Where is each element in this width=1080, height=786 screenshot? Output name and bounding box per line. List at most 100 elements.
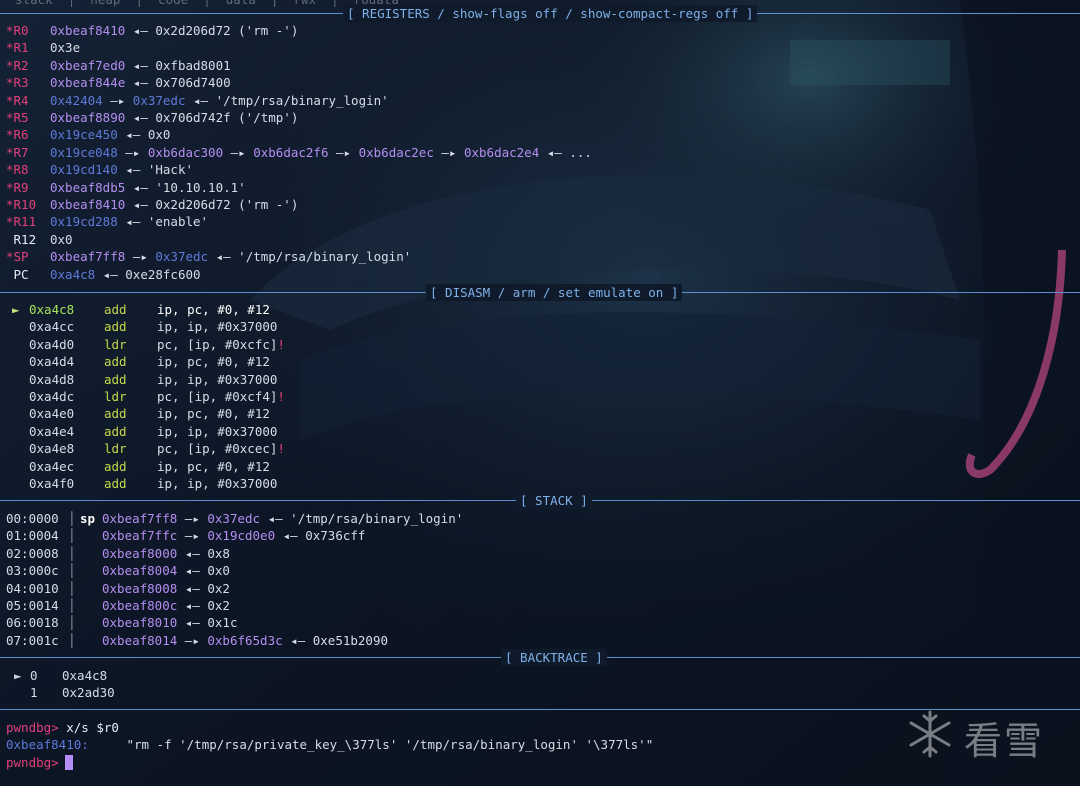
register-arrow: —▸ [125, 249, 156, 265]
register-value: 0xfbad8001 [155, 57, 231, 73]
register-pointer: 0xbeaf8db5 [50, 179, 126, 195]
register-value: 0xe28fc600 [125, 266, 201, 282]
stack-value: 0x8 [207, 545, 230, 561]
register-name: *R0 [6, 22, 50, 39]
stack-divider: │ [68, 580, 76, 596]
register-row: *R10 0xbeaf8410 ◂— 0x2d206d72 ('rm -') [6, 196, 298, 213]
stack-row: 05:0014 │ 0xbeaf800c ◂— 0x2 [6, 597, 230, 614]
register-pointer: 0xb6dac300 [147, 144, 224, 160]
current-instruction-marker [12, 405, 29, 422]
console-input-line[interactable]: pwndbg> [6, 754, 73, 771]
register-label: R6 [13, 127, 29, 143]
register-arrow: ◂— [125, 57, 156, 73]
register-pointer: 0xb6dac2f6 [253, 144, 329, 160]
disasm-row: 0xa4cc add ip, ip, #0x37000 [12, 318, 277, 335]
register-pointer: 0xbeaf7ff8 [50, 249, 126, 265]
disasm-row: 0xa4e8 ldr pc, [ip, #0xcec]! [12, 440, 285, 457]
register-value: '10.10.10.1' [155, 179, 246, 195]
branch-flag: ! [277, 336, 285, 352]
instruction-operands: pc, [ip, #0xcf4] [157, 389, 278, 404]
stack-arrow: —▸ [177, 511, 208, 526]
backtrace-current-marker [14, 684, 30, 701]
register-arrow: ◂— [117, 214, 148, 230]
terminal-cursor[interactable] [64, 755, 73, 770]
stack-divider: │ [68, 598, 76, 613]
register-pointer: 0xa4c8 [50, 266, 96, 282]
register-pointer: 0xbeaf8890 [50, 110, 126, 125]
output-address: 0xbeaf8410: [6, 737, 89, 752]
register-label: R9 [13, 179, 29, 195]
stack-pointer: 0xbeaf8014 [102, 632, 178, 648]
instruction-address: 0xa4e8 [29, 441, 75, 457]
stack-row: 03:000c │ 0xbeaf8004 ◂— 0x0 [6, 562, 230, 579]
stack-arrow: ◂— [260, 511, 291, 526]
instruction-mnemonic: add [104, 406, 127, 422]
stack-divider: │ [68, 528, 76, 544]
registers-title: [ REGISTERS / show-flags off / show-comp… [343, 5, 758, 22]
instruction-operands: pc, [ip, #0xcfc] [157, 336, 278, 352]
backtrace-row: 1 0x2ad30 [14, 684, 115, 701]
current-instruction-marker [12, 336, 29, 353]
stack-pointer: 0x19cd0e0 [207, 528, 276, 544]
register-arrow: ◂— [125, 23, 156, 38]
register-modified-marker: * [6, 110, 14, 125]
terminal: stack | heap | code | data | rwx | rodat… [0, 0, 1080, 786]
stack-pointer: 0xbeaf8000 [102, 545, 178, 561]
stack-value: 0x2 [207, 598, 230, 613]
register-name: PC [6, 266, 50, 283]
current-instruction-marker [12, 440, 29, 457]
stack-title: [ STACK ] [516, 492, 592, 509]
stack-value: 0x736cff [305, 528, 366, 544]
register-modified-marker: * [6, 249, 14, 265]
register-row: *R8 0x19cd140 ◂— 'Hack' [6, 161, 193, 178]
register-row: *R1 0x3e [6, 39, 80, 56]
disasm-row: ► 0xa4c8 add ip, pc, #0, #12 [12, 301, 270, 318]
console-output-line: 0xbeaf8410: "rm -f '/tmp/rsa/private_key… [6, 736, 653, 753]
register-arrow: ◂— ... [539, 144, 592, 160]
register-row: *R6 0x19ce450 ◂— 0x0 [6, 126, 170, 143]
current-instruction-marker [12, 353, 29, 370]
register-pointer: 0xb6dac2ec [358, 144, 434, 160]
register-name: *SP [6, 248, 50, 265]
instruction-operands: ip, ip, #0x37000 [157, 319, 278, 335]
register-value: 0x706d7400 [155, 75, 231, 91]
stack-arrow: ◂— [282, 632, 313, 648]
backtrace-separator: [ BACKTRACE ] [0, 649, 1080, 666]
stack-divider: │ [68, 545, 76, 561]
instruction-address: 0xa4cc [29, 319, 75, 335]
stack-pointer-label: sp [80, 511, 96, 526]
stack-arrow: ◂— [177, 545, 208, 561]
instruction-mnemonic: add [104, 319, 127, 335]
stack-row: 04:0010 │ 0xbeaf8008 ◂— 0x2 [6, 580, 230, 597]
register-arrow: —▸ [102, 92, 133, 108]
stack-arrow: ◂— [177, 580, 208, 596]
register-pointer: 0xbeaf8410 [50, 23, 126, 38]
backtrace-row: ► 0 0xa4c8 [14, 667, 107, 684]
stack-row: 00:0000 │ sp 0xbeaf7ff8 —▸ 0x37edc ◂— '/tmp… [6, 510, 463, 527]
stack-row: 06:0018 │ 0xbeaf8010 ◂— 0x1c [6, 614, 237, 631]
register-label: R10 [13, 197, 37, 212]
register-row: *R9 0xbeaf8db5 ◂— '10.10.10.1' [6, 179, 246, 196]
disasm-row: 0xa4d0 ldr pc, [ip, #0xcfc]! [12, 336, 285, 353]
current-instruction-marker [12, 475, 29, 492]
stack-offset: 03:000c [6, 563, 59, 579]
stack-pointer: 0xbeaf7ffc [102, 528, 178, 544]
register-label: R5 [13, 110, 29, 125]
register-arrow: ◂— [95, 266, 126, 282]
register-name: *R10 [6, 196, 50, 213]
register-row: *SP 0xbeaf7ff8 —▸ 0x37edc ◂— '/tmp/rsa/bi… [6, 248, 411, 265]
instruction-address: 0xa4d0 [29, 336, 75, 352]
snowflake-icon [909, 710, 951, 758]
instruction-address: 0xa4dc [29, 389, 75, 404]
register-modified-marker: * [6, 40, 14, 56]
register-row: *R0 0xbeaf8410 ◂— 0x2d206d72 ('rm -') [6, 22, 298, 39]
register-arrow: ◂— [208, 249, 239, 265]
prompt-2: pwndbg> [6, 755, 59, 770]
stack-pointer: 0xbeaf7ff8 [102, 511, 178, 526]
instruction-address: 0xa4f0 [29, 476, 75, 491]
instruction-mnemonic: add [104, 371, 127, 387]
instruction-mnemonic: ldr [104, 441, 127, 457]
register-name: *R1 [6, 39, 50, 56]
instruction-operands: ip, ip, #0x37000 [157, 423, 278, 439]
stack-pointer: 0xbeaf8008 [102, 580, 178, 596]
